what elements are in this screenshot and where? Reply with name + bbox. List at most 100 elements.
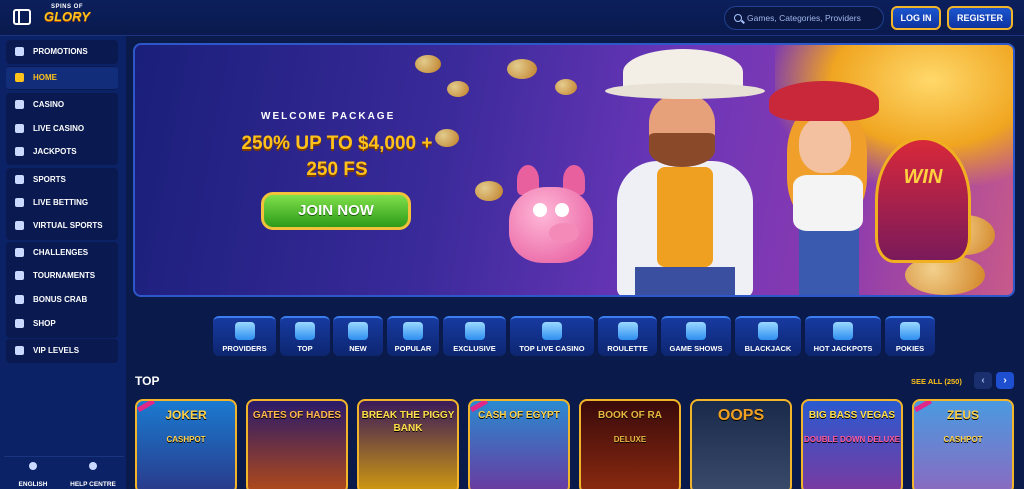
cowboy-hat-brim xyxy=(605,83,765,99)
hero-title-line1: 250% UP TO $4,000 + xyxy=(241,133,433,154)
sidebar-item-label: LIVE BETTING xyxy=(33,198,89,207)
search-icon xyxy=(734,14,742,22)
sidebar-item-sports[interactable]: SPORTS xyxy=(6,169,118,191)
register-button[interactable]: REGISTER xyxy=(947,6,1013,30)
category-label: POPULAR xyxy=(394,344,432,353)
globe-icon xyxy=(15,271,24,280)
category-label: TOP LIVE CASINO xyxy=(519,344,585,353)
category-label: HOT JACKPOTS xyxy=(813,344,873,353)
game-tile-cash-of-egypt[interactable]: CASH OF EGYPT xyxy=(468,399,570,489)
sidebar-item-promotions[interactable]: PROMOTIONS xyxy=(6,41,118,63)
category-game-shows[interactable]: GAME SHOWS xyxy=(661,316,731,356)
sidebar-item-label: CHALLENGES xyxy=(33,248,89,257)
language-label: ENGLISH xyxy=(18,481,48,488)
cowboy-jeans xyxy=(635,267,735,295)
clover-icon xyxy=(15,147,24,156)
help-centre-link[interactable]: HELP CENTRE xyxy=(64,457,122,489)
carousel-next-button[interactable]: › xyxy=(996,372,1014,389)
sidebar-item-bonus-crab[interactable]: BONUS CRAB xyxy=(6,289,118,311)
sidebar-item-label: VIRTUAL SPORTS xyxy=(33,221,103,230)
game-tile-break-the-piggy-bank[interactable]: BREAK THE PIGGY BANK xyxy=(357,399,459,489)
pig-body xyxy=(509,187,593,263)
category-label: NEW xyxy=(349,344,367,353)
book-icon xyxy=(234,322,255,340)
category-top[interactable]: TOP xyxy=(280,316,330,356)
flame-icon xyxy=(833,322,853,340)
sidebar-item-jackpots[interactable]: JACKPOTS xyxy=(6,141,118,163)
rocket-icon xyxy=(348,322,368,340)
diamond-icon xyxy=(464,322,485,340)
sidebar-item-tournaments[interactable]: TOURNAMENTS xyxy=(6,265,118,287)
sidebar-item-shop[interactable]: SHOP xyxy=(6,313,118,335)
sidebar-group-sports: SPORTS LIVE BETTING VIRTUAL SPORTS xyxy=(6,168,118,240)
cowboy-vest xyxy=(657,167,713,267)
sidebar-toggle-icon[interactable] xyxy=(13,9,31,25)
logo-main-text: GLORY xyxy=(44,9,90,24)
gamepad-icon xyxy=(15,221,24,230)
sidebar-group-casino: CASINO LIVE CASINO JACKPOTS xyxy=(6,93,118,165)
sidebar-item-challenges[interactable]: CHALLENGES xyxy=(6,242,118,264)
ball-icon xyxy=(15,175,24,184)
hero-banner[interactable]: WELCOME PACKAGE 250% UP TO $4,000 + 250 … xyxy=(133,43,1015,297)
star-icon xyxy=(403,322,423,340)
pig-eye xyxy=(533,203,547,217)
category-providers[interactable]: PROVIDERS xyxy=(213,316,276,356)
search-input[interactable]: Games, Categories, Providers xyxy=(724,6,884,30)
game-tile-joker-cashpot[interactable]: JOKER CASHPOT xyxy=(135,399,237,489)
wheel-text: WIN xyxy=(903,166,943,188)
sidebar-item-casino[interactable]: CASINO xyxy=(6,94,118,116)
sidebar-item-label: TOURNAMENTS xyxy=(33,271,96,280)
game-tile-gates-of-hades[interactable]: GATES OF HADES xyxy=(246,399,348,489)
home-icon xyxy=(15,73,24,82)
category-label: POKIES xyxy=(895,344,925,353)
game-tile-zeus-cashpot[interactable]: ZEUS CASHPOT xyxy=(912,399,1014,489)
sidebar-item-label: SHOP xyxy=(33,319,56,328)
sidebar-item-virtual-sports[interactable]: VIRTUAL SPORTS xyxy=(6,215,118,237)
sidebar-item-live-casino[interactable]: LIVE CASINO xyxy=(6,118,118,140)
cowboy-character xyxy=(605,49,765,295)
help-icon xyxy=(89,462,97,470)
section-title: TOP xyxy=(135,374,160,388)
see-all-link[interactable]: SEE ALL (250) xyxy=(911,377,962,386)
login-button[interactable]: LOG IN xyxy=(891,6,941,30)
category-exclusive[interactable]: EXCLUSIVE xyxy=(443,316,506,356)
category-new[interactable]: NEW xyxy=(333,316,383,356)
game-title: BREAK THE PIGGY BANK xyxy=(361,410,455,434)
game-title: JOKER xyxy=(165,408,207,422)
bowtie-icon xyxy=(542,322,562,340)
category-blackjack[interactable]: BLACKJACK xyxy=(735,316,801,356)
cowgirl-character xyxy=(763,75,893,295)
cowboy-beard xyxy=(649,133,715,167)
game-subtitle: CASHPOT xyxy=(166,435,206,444)
sidebar-item-vip-levels[interactable]: VIP LEVELS xyxy=(6,340,118,362)
game-subtitle: DOUBLE DOWN DELUXE xyxy=(804,435,900,444)
hero-title-line2: 250 FS xyxy=(306,159,368,180)
join-now-button[interactable]: JOIN NOW xyxy=(261,192,411,230)
sidebar-item-home[interactable]: HOME xyxy=(6,67,118,89)
sidebar-footer: ENGLISH HELP CENTRE xyxy=(4,456,124,489)
cowgirl-jeans xyxy=(799,225,859,295)
logo[interactable]: SPINS OF GLORY xyxy=(42,4,92,30)
category-hot-jackpots[interactable]: HOT JACKPOTS xyxy=(805,316,881,356)
coin-image xyxy=(507,59,537,79)
carousel-prev-button[interactable]: ‹ xyxy=(974,372,992,389)
game-title: BIG BASS VEGAS xyxy=(808,410,896,421)
category-pokies[interactable]: POKIES xyxy=(885,316,935,356)
game-tile-book-of-ra[interactable]: BOOK OF RA DELUXE xyxy=(579,399,681,489)
language-selector[interactable]: ENGLISH xyxy=(4,457,62,489)
category-top-live-casino[interactable]: TOP LIVE CASINO xyxy=(510,316,594,356)
vip-icon xyxy=(15,346,24,355)
category-roulette[interactable]: ROULETTE xyxy=(598,316,657,356)
game-title: CASH OF EGYPT xyxy=(478,410,560,421)
hero-title: 250% UP TO $4,000 + 250 FS xyxy=(219,131,455,183)
category-popular[interactable]: POPULAR xyxy=(387,316,439,356)
category-bar: PROVIDERS TOP NEW POPULAR EXCLUSIVE TOP … xyxy=(213,316,935,356)
category-label: EXCLUSIVE xyxy=(453,344,496,353)
game-tile-big-bass-vegas[interactable]: BIG BASS VEGAS DOUBLE DOWN DELUXE xyxy=(801,399,903,489)
game-tile-oops[interactable]: OOPS xyxy=(690,399,792,489)
sidebar-item-label: PROMOTIONS xyxy=(33,47,88,56)
microphone-icon xyxy=(686,322,706,340)
category-label: GAME SHOWS xyxy=(669,344,723,353)
sidebar-item-live-betting[interactable]: LIVE BETTING xyxy=(6,192,118,214)
sidebar-item-label: JACKPOTS xyxy=(33,147,77,156)
